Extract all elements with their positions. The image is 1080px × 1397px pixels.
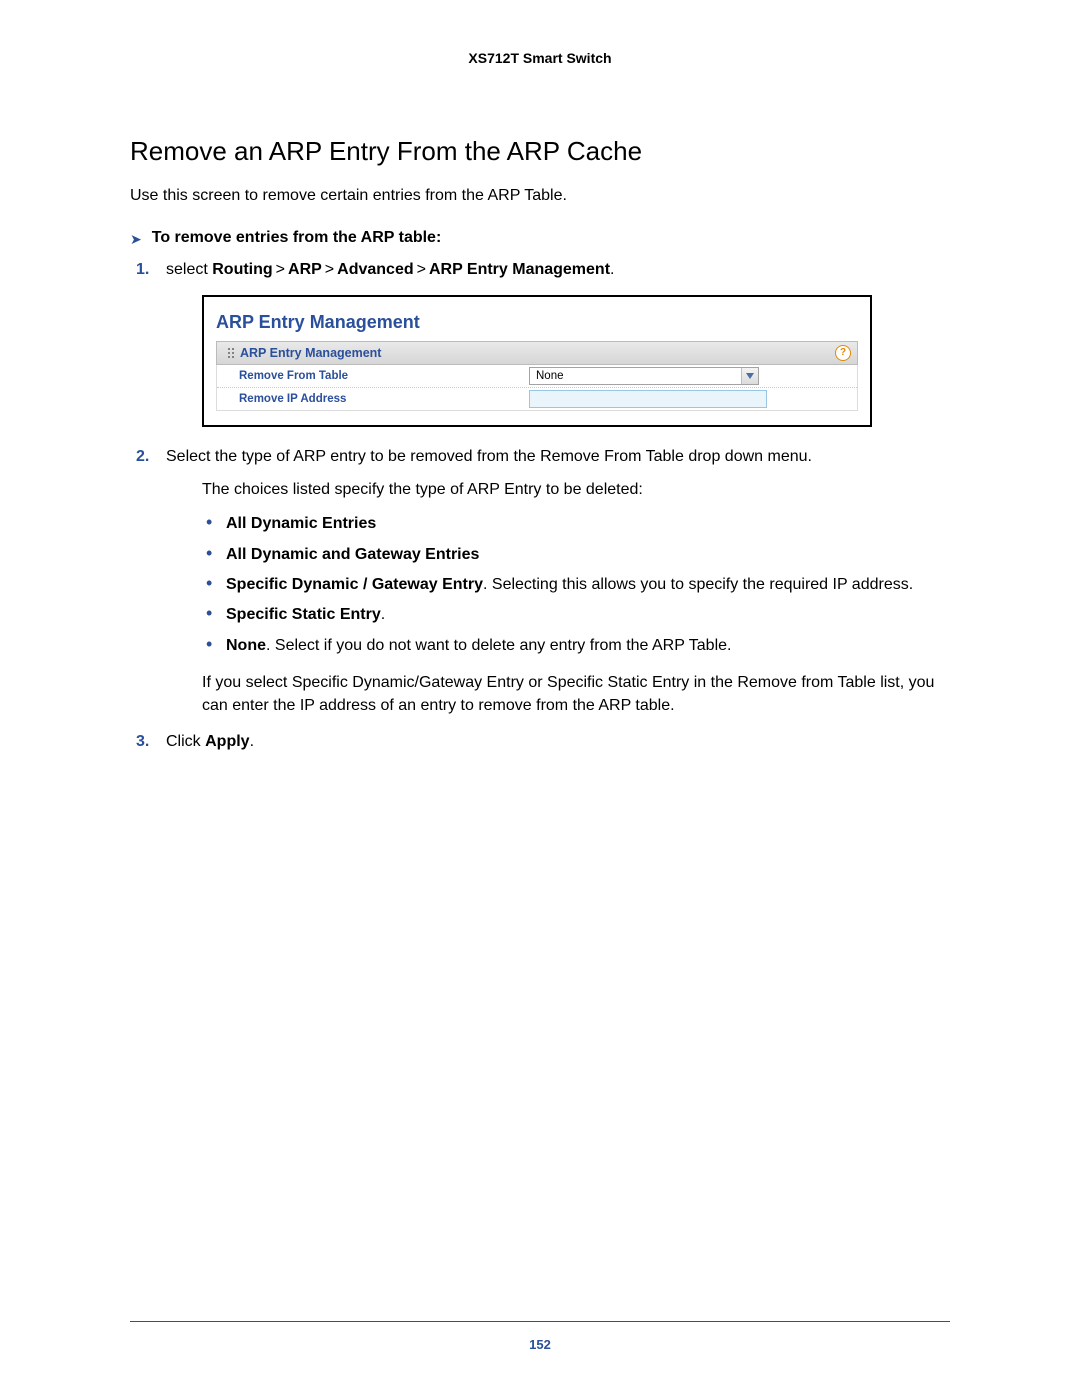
drag-grip-icon	[227, 347, 234, 358]
bullet-specific-static: Specific Static Entry.	[202, 604, 950, 626]
step-number: 2.	[136, 445, 149, 468]
intro-paragraph: Use this screen to remove certain entrie…	[130, 185, 950, 207]
remove-from-table-label: Remove From Table	[217, 368, 529, 385]
chevron-right-icon: ➤	[130, 231, 142, 248]
bullet-dot: .	[381, 606, 385, 623]
steps-list: 1. select Routing>ARP>Advanced>ARP Entry…	[130, 258, 950, 753]
bullet-label: None	[226, 637, 266, 654]
remove-ip-address-row: Remove IP Address	[217, 387, 857, 410]
step-2: 2. Select the type of ARP entry to be re…	[130, 445, 950, 718]
procedure-label: To remove entries from the ARP table:	[152, 229, 442, 247]
step-text: select Routing>ARP>Advanced>ARP Entry Ma…	[166, 261, 614, 278]
remove-ip-address-label: Remove IP Address	[217, 391, 529, 408]
step-3-prefix: Click	[166, 733, 205, 750]
step-3: 3. Click Apply.	[130, 730, 950, 753]
bullet-rest: . Selecting this allows you to specify t…	[483, 576, 913, 593]
arp-entry-type-list: All Dynamic Entries All Dynamic and Gate…	[202, 513, 950, 657]
page-number: 152	[0, 1337, 1080, 1352]
bullet-label: All Dynamic and Gateway Entries	[226, 546, 479, 563]
step-2-subintro: The choices listed specify the type of A…	[202, 478, 950, 501]
document-page: XS712T Smart Switch Remove an ARP Entry …	[0, 0, 1080, 1397]
panel-subheader: ARP Entry Management ?	[216, 341, 858, 365]
remove-from-table-value: None	[536, 368, 564, 385]
running-header: XS712T Smart Switch	[130, 50, 950, 66]
nav-advanced: Advanced	[337, 261, 413, 278]
chevron-down-icon	[741, 368, 758, 384]
footer-rule	[130, 1321, 950, 1322]
bullet-label: All Dynamic Entries	[226, 515, 376, 532]
bullet-rest: . Select if you do not want to delete an…	[266, 637, 731, 654]
step-1: 1. select Routing>ARP>Advanced>ARP Entry…	[130, 258, 950, 427]
step-2-text: Select the type of ARP entry to be remov…	[166, 448, 812, 465]
step-number: 1.	[136, 258, 149, 281]
step-1-prefix: select	[166, 261, 212, 278]
step-3-dot: .	[250, 733, 254, 750]
bullet-label: Specific Static Entry	[226, 606, 381, 623]
section-heading: Remove an ARP Entry From the ARP Cache	[130, 136, 950, 167]
nav-sep: >	[322, 261, 337, 278]
nav-arp-entry-management: ARP Entry Management	[429, 261, 610, 278]
remove-ip-address-input[interactable]	[529, 390, 767, 408]
bullet-all-dynamic-gateway: All Dynamic and Gateway Entries	[202, 544, 950, 566]
bullet-label: Specific Dynamic / Gateway Entry	[226, 576, 483, 593]
step-2-outro: If you select Specific Dynamic/Gateway E…	[202, 671, 950, 717]
step-number: 3.	[136, 730, 149, 753]
step-1-dot: .	[610, 261, 614, 278]
bullet-all-dynamic: All Dynamic Entries	[202, 513, 950, 535]
nav-arp: ARP	[288, 261, 322, 278]
bullet-none: None. Select if you do not want to delet…	[202, 635, 950, 657]
nav-sep: >	[414, 261, 429, 278]
nav-routing: Routing	[212, 261, 272, 278]
arp-entry-management-panel: ARP Entry Management ARP Entry Managemen…	[202, 295, 872, 427]
procedure-heading: ➤ To remove entries from the ARP table:	[130, 229, 950, 248]
step-3-text: Click Apply.	[166, 733, 254, 750]
nav-sep: >	[273, 261, 288, 278]
panel-title: ARP Entry Management	[216, 309, 858, 335]
apply-action: Apply	[205, 733, 249, 750]
remove-from-table-select[interactable]: None	[529, 367, 759, 385]
bullet-specific-dynamic-gateway: Specific Dynamic / Gateway Entry. Select…	[202, 574, 950, 596]
panel-subheader-text: ARP Entry Management	[240, 344, 381, 362]
remove-from-table-row: Remove From Table None	[217, 365, 857, 387]
help-icon[interactable]: ?	[835, 345, 851, 361]
